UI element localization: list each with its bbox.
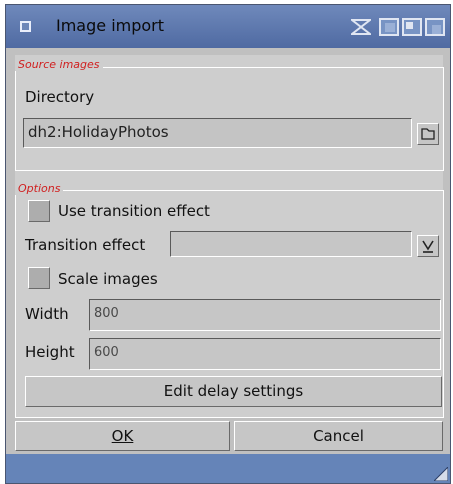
depth-icon[interactable]: [349, 18, 373, 36]
directory-field[interactable]: dh2:HolidayPhotos: [23, 118, 412, 148]
width-value: 800: [94, 306, 119, 321]
use-transition-label: Use transition effect: [58, 202, 210, 220]
source-images-group-label: Source images: [15, 58, 103, 71]
options-group-label: Options: [15, 182, 64, 195]
drawer-icon[interactable]: [417, 123, 439, 145]
scale-images-label: Scale images: [58, 270, 158, 288]
window-title: Image import: [56, 16, 165, 35]
resize-grip-icon[interactable]: [434, 467, 448, 481]
height-value: 600: [94, 345, 119, 360]
title-bar[interactable]: Image import: [6, 5, 450, 48]
height-field[interactable]: 600: [89, 338, 441, 370]
width-label: Width: [25, 305, 69, 323]
ok-label: OK: [111, 427, 134, 445]
height-label: Height: [25, 343, 75, 361]
cancel-label: Cancel: [313, 427, 364, 445]
transition-effect-field[interactable]: [170, 231, 412, 257]
image-import-window: Image import Source images Directory dh2…: [5, 4, 451, 484]
ok-button[interactable]: OK: [15, 421, 230, 451]
chevron-down-icon[interactable]: [417, 235, 439, 257]
directory-value: dh2:HolidayPhotos: [28, 123, 169, 141]
close-icon[interactable]: [20, 21, 31, 32]
status-bar: [6, 454, 450, 483]
iconify-icon[interactable]: [379, 18, 399, 36]
zoom-icon[interactable]: [402, 18, 422, 36]
use-transition-checkbox[interactable]: [28, 200, 50, 222]
scale-images-checkbox[interactable]: [28, 267, 50, 289]
directory-label: Directory: [25, 88, 95, 106]
snapshot-icon[interactable]: [425, 18, 445, 36]
transition-effect-label: Transition effect: [25, 236, 146, 254]
edit-delay-settings-button[interactable]: Edit delay settings: [25, 376, 442, 407]
cancel-button[interactable]: Cancel: [234, 421, 443, 451]
width-field[interactable]: 800: [89, 299, 441, 331]
